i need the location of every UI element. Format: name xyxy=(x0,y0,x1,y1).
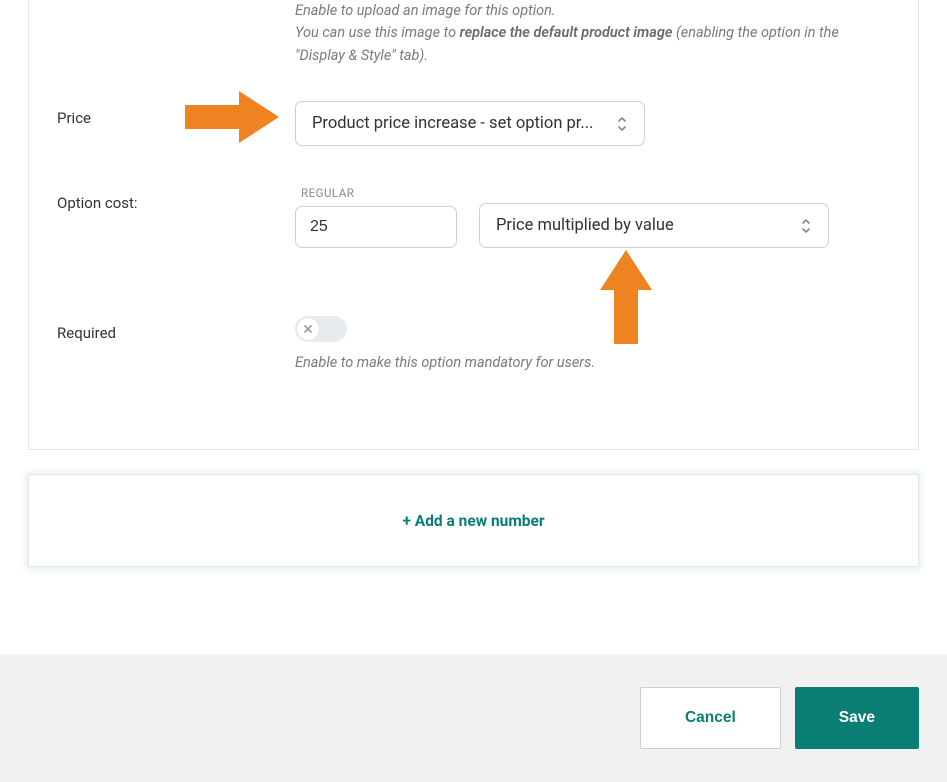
price-multiplier-select[interactable]: Price multiplied by value xyxy=(479,203,829,248)
close-icon xyxy=(303,324,313,334)
required-help-text: Enable to make this option mandatory for… xyxy=(295,354,890,371)
option-cost-row: Option cost: REGULAR Price multiplied by… xyxy=(57,146,890,248)
footer-bar: Cancel Save xyxy=(0,654,947,782)
price-select[interactable]: Product price increase - set option pr..… xyxy=(295,101,645,146)
image-help-line2-prefix: You can use this image to xyxy=(295,24,460,41)
image-help-line2-bold: replace the default product image xyxy=(460,24,673,41)
required-row: Required Enable to make this option mand… xyxy=(57,248,890,371)
chevrons-icon xyxy=(616,116,628,132)
regular-price-stack: REGULAR xyxy=(295,186,457,248)
save-button[interactable]: Save xyxy=(795,687,919,749)
price-select-value: Product price increase - set option pr..… xyxy=(312,114,593,133)
add-number-link[interactable]: + Add a new number xyxy=(402,512,544,530)
options-panel: Enable to upload an image for this optio… xyxy=(28,0,919,450)
required-label: Required xyxy=(57,316,295,342)
arrow-right-icon xyxy=(185,91,279,143)
add-number-panel[interactable]: + Add a new number xyxy=(28,474,919,567)
cancel-button[interactable]: Cancel xyxy=(640,687,781,749)
chevrons-icon xyxy=(800,218,812,234)
required-toggle[interactable] xyxy=(295,316,347,342)
toggle-knob xyxy=(297,318,319,340)
price-multiplier-value: Price multiplied by value xyxy=(496,216,674,235)
regular-price-input[interactable] xyxy=(295,206,457,248)
image-help-line1: Enable to upload an image for this optio… xyxy=(295,2,556,19)
image-help-text: Enable to upload an image for this optio… xyxy=(295,0,890,67)
price-row: Price Product price increase - set optio… xyxy=(57,73,890,146)
option-cost-label: Option cost: xyxy=(57,186,295,212)
regular-label: REGULAR xyxy=(301,186,457,200)
